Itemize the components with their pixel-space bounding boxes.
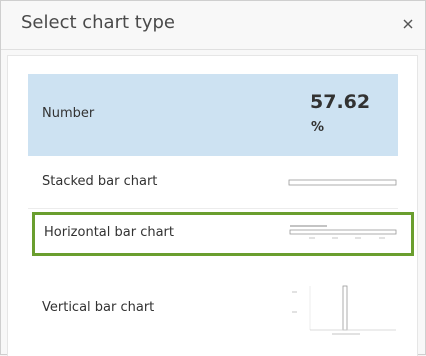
chart-type-list: Number 57.62 % Stacked bar chart Horizon… [7,55,418,356]
chart-option-stacked-bar[interactable]: Stacked bar chart [28,156,398,209]
vertical-bar-preview-icon [292,285,396,335]
chart-option-label: Stacked bar chart [42,174,158,189]
number-preview-unit: % [311,120,325,135]
close-button[interactable] [399,15,417,33]
chart-option-vertical-bar[interactable]: Vertical bar chart [28,260,398,356]
select-chart-type-dialog: Select chart type Number 57.62 % Stacked… [0,0,426,356]
stacked-bar-preview-icon [288,179,397,186]
chart-option-label: Vertical bar chart [42,300,155,315]
dialog-header: Select chart type [1,1,425,50]
chart-option-number[interactable]: Number 57.62 % [28,74,398,156]
chart-option-horizontal-bar[interactable]: Horizontal bar chart [32,212,414,256]
number-preview-value: 57.62 [310,91,371,113]
chart-option-label: Horizontal bar chart [44,225,174,240]
dialog-title: Select chart type [21,12,175,33]
chart-option-label: Number [42,106,95,121]
close-icon [403,19,413,29]
horizontal-bar-preview-icon [289,225,397,239]
